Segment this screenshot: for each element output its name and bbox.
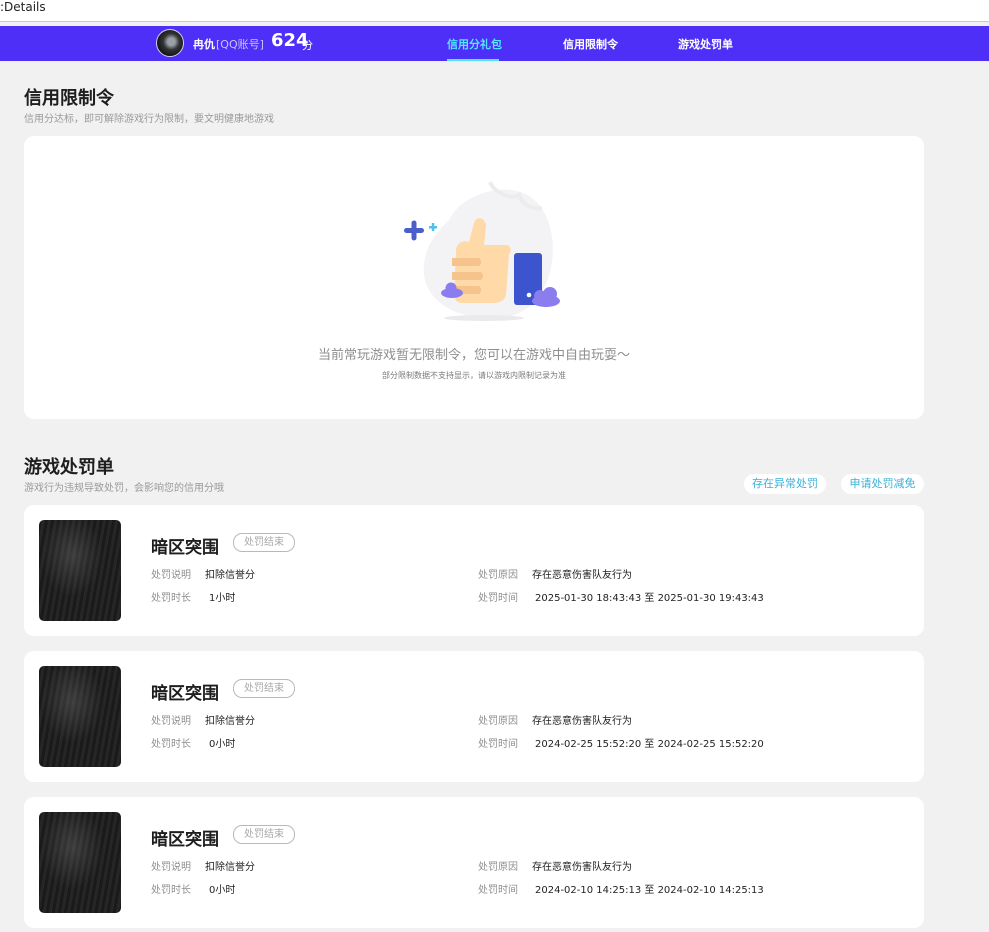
account-type-tag: [QQ账号] [216,38,264,51]
top-nav-bar: 冉仇 [QQ账号] 624 分 信用分礼包 信用限制令 游戏处罚单 [0,26,989,61]
penalty-description-label: 处罚说明 [151,570,191,581]
penalty-reason-label: 处罚原因 [478,570,518,581]
penalty-reason-label: 处罚原因 [478,716,518,727]
penalty-time-label: 处罚时间 [478,885,518,896]
tab-credit-gift[interactable]: 信用分礼包 [447,36,502,52]
restriction-section-title: 信用限制令 [24,88,114,109]
user-name: 冉仇 [193,38,215,51]
apply-penalty-reduction-button[interactable]: 申请处罚减免 [841,474,924,494]
game-cover-image [39,812,121,913]
penalty-section-title: 游戏处罚单 [24,457,114,478]
tab-game-penalty[interactable]: 游戏处罚单 [678,36,733,52]
penalty-description-label: 处罚说明 [151,862,191,873]
game-name: 暗区突围 [151,684,219,704]
penalty-time-value: 2024-02-25 15:52:20 至 2024-02-25 15:52:2… [535,739,764,750]
penalty-status-badge: 处罚结束 [233,825,295,844]
penalty-status-badge: 处罚结束 [233,533,295,552]
penalty-duration-label: 处罚时长 [151,885,191,896]
credit-score-unit: 分 [302,39,313,52]
restriction-section-subtitle: 信用分达标，即可解除游戏行为限制，要文明健康地游戏 [24,114,274,125]
penalty-time-label: 处罚时间 [478,593,518,604]
game-name: 暗区突围 [151,538,219,558]
penalty-time-value: 2024-02-10 14:25:13 至 2024-02-10 14:25:1… [535,885,764,896]
window-title: :Details [0,0,46,14]
penalty-duration-value: 0小时 [209,885,236,896]
penalty-time-value: 2025-01-30 18:43:43 至 2025-01-30 19:43:4… [535,593,764,604]
penalty-reason-value: 存在恶意伤害队友行为 [532,716,632,727]
penalty-reason-label: 处罚原因 [478,862,518,873]
penalty-duration-value: 0小时 [209,739,236,750]
penalty-reason-value: 存在恶意伤害队友行为 [532,570,632,581]
active-tab-indicator [447,59,499,61]
avatar[interactable] [156,29,184,57]
penalty-duration-value: 1小时 [209,593,236,604]
penalty-record-card[interactable]: 暗区突围 处罚结束 处罚说明 扣除信誉分 处罚时长 0小时 处罚原因 存在恶意伤… [24,797,924,928]
penalty-reason-value: 存在恶意伤害队友行为 [532,862,632,873]
game-name: 暗区突围 [151,830,219,850]
penalty-status-badge: 处罚结束 [233,679,295,698]
no-restriction-message: 当前常玩游戏暂无限制令，您可以在游戏中自由玩耍～ [317,348,630,363]
penalty-duration-label: 处罚时长 [151,593,191,604]
restriction-empty-card: 当前常玩游戏暂无限制令，您可以在游戏中自由玩耍～ 部分限制数据不支持显示，请以游… [24,136,924,419]
penalty-section-subtitle: 游戏行为违规导致处罚，会影响您的信用分哦 [24,483,224,494]
game-cover-image [39,666,121,767]
window-title-bar: :Details [0,0,989,22]
penalty-time-label: 处罚时间 [478,739,518,750]
penalty-record-card[interactable]: 暗区突围 处罚结束 处罚说明 扣除信誉分 处罚时长 0小时 处罚原因 存在恶意伤… [24,651,924,782]
penalty-description-value: 扣除信誉分 [205,716,255,727]
tab-credit-restriction[interactable]: 信用限制令 [563,36,618,52]
penalty-duration-label: 处罚时长 [151,739,191,750]
penalty-description-label: 处罚说明 [151,716,191,727]
restriction-data-note: 部分限制数据不支持显示，请以游戏内限制记录为准 [382,371,566,380]
penalty-description-value: 扣除信誉分 [205,570,255,581]
report-abnormal-penalty-button[interactable]: 存在异常处罚 [744,474,826,494]
penalty-record-card[interactable]: 暗区突围 处罚结束 处罚说明 扣除信誉分 处罚时长 1小时 处罚原因 存在恶意伤… [24,505,924,636]
penalty-description-value: 扣除信誉分 [205,862,255,873]
game-cover-image [39,520,121,621]
thumbs-up-illustration [404,181,560,321]
